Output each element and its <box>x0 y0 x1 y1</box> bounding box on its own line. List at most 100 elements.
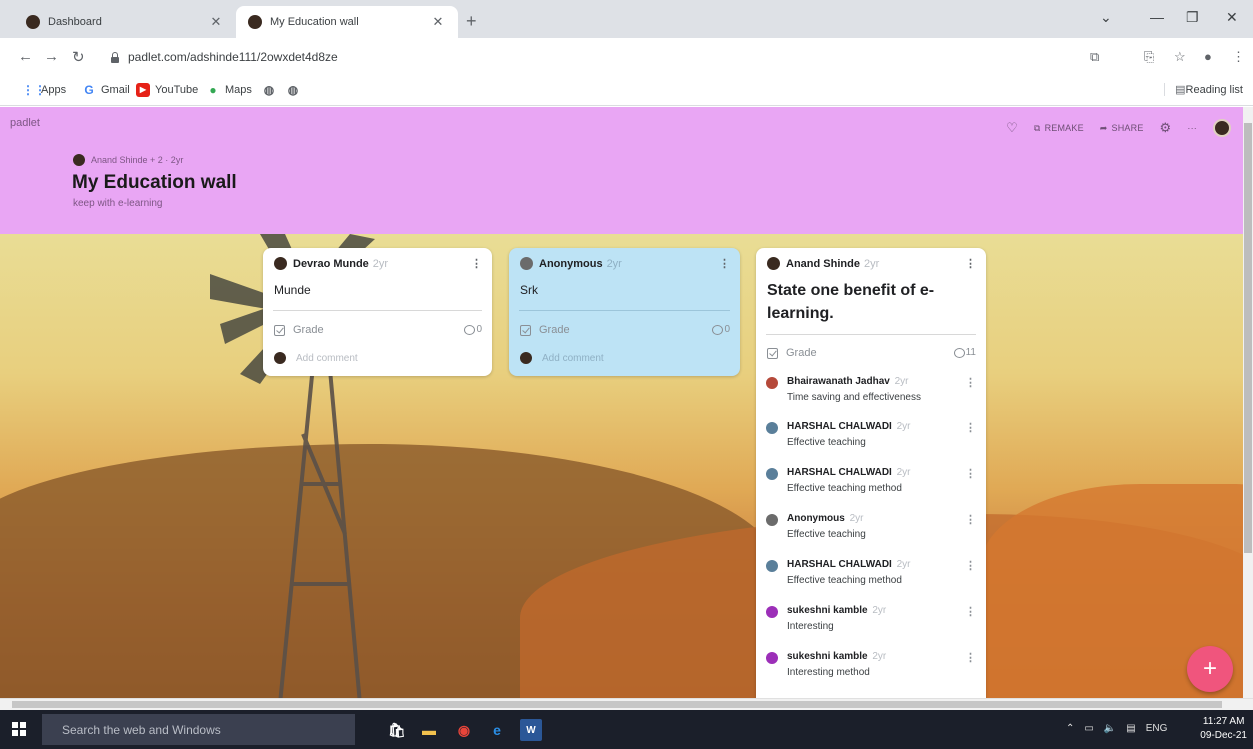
settings-button[interactable]: ⚙ <box>1160 120 1172 136</box>
minimize-icon[interactable]: — <box>1150 9 1164 25</box>
bookmark-apps[interactable]: ⋮⋮ Apps <box>22 83 66 97</box>
grade-button[interactable]: Grade <box>767 347 817 359</box>
restore-icon[interactable]: ❐ <box>1186 9 1199 26</box>
bookmark-globe-2[interactable]: ◍ <box>286 83 305 97</box>
url-field[interactable]: padlet.com/adshinde111/2owxdet4d8ze <box>110 45 1070 69</box>
kebab-menu-icon[interactable]: ⋮ <box>965 559 976 572</box>
add-comment-field[interactable]: Add comment <box>274 352 358 364</box>
taskbar-clock[interactable]: 11:27 AM 09-Dec-21 <box>1200 715 1247 743</box>
padlet-logo[interactable]: padlet <box>10 117 40 129</box>
word-icon[interactable]: W <box>520 719 542 741</box>
chevron-up-icon[interactable]: ⌃ <box>1066 723 1074 734</box>
page-subtitle: keep with e-learning <box>73 198 163 209</box>
kebab-menu-icon[interactable]: ⋮ <box>965 513 976 526</box>
kebab-menu-icon[interactable]: ⋮ <box>965 421 976 434</box>
divider <box>519 310 730 311</box>
commenter-name: HARSHAL CHALWADI <box>787 559 892 570</box>
commenter-avatar <box>766 514 778 526</box>
bookmark-youtube[interactable]: ▶ YouTube <box>136 83 198 97</box>
add-comment-field[interactable]: Add comment <box>520 352 604 364</box>
post-body: Srk <box>520 283 538 297</box>
clock-time: 11:27 AM <box>1202 716 1245 727</box>
post-card[interactable]: Devrao Munde 2yr ⋮ Munde Grade 0 Add com… <box>263 248 492 376</box>
taskbar-search-input[interactable]: Search the web and Windows <box>42 714 355 745</box>
user-avatar[interactable] <box>1213 119 1231 137</box>
bookmark-gmail[interactable]: G Gmail <box>82 83 129 97</box>
install-icon[interactable]: ⧉ <box>1090 49 1099 65</box>
post-card[interactable]: Anand Shinde 2yr ⋮ State one benefit of … <box>756 248 986 708</box>
reading-list-button[interactable]: ▤ Reading list <box>1164 83 1243 96</box>
commenter-name: Anonymous <box>787 513 845 524</box>
commenter-avatar <box>766 422 778 434</box>
kebab-menu-icon[interactable]: ⋮ <box>965 651 976 664</box>
comment-age: 2yr <box>849 513 864 524</box>
page-title: My Education wall <box>72 172 237 193</box>
share-arrow-icon: ➦ <box>1099 122 1108 133</box>
horizontal-scrollbar[interactable] <box>0 698 1253 710</box>
kebab-menu-icon[interactable]: ⋮ <box>471 257 482 270</box>
kebab-menu-icon[interactable]: ⋮ <box>1232 49 1245 65</box>
commenter-avatar <box>766 468 778 480</box>
notifications-icon[interactable]: ▤ <box>1126 723 1135 734</box>
close-icon[interactable]: ✕ <box>208 14 224 30</box>
star-icon[interactable]: ☆ <box>1174 49 1186 65</box>
divider <box>766 334 976 335</box>
scrollbar-thumb[interactable] <box>1244 123 1252 553</box>
post-card[interactable]: Anonymous 2yr ⋮ Srk Grade 0 Add comment <box>509 248 740 376</box>
comment-age: 2yr <box>894 376 909 387</box>
avatar <box>767 257 780 270</box>
tab-dashboard[interactable]: Dashboard ✕ <box>14 6 236 38</box>
post-age: 2yr <box>372 257 389 270</box>
padlet-header: padlet ♡ ⧉ REMAKE ➦ SHARE ⚙ ··· Anand Shin… <box>0 107 1243 234</box>
grade-button[interactable]: Grade <box>274 324 324 336</box>
language-indicator[interactable]: ENG <box>1146 723 1168 734</box>
network-icon[interactable]: ▭ <box>1084 723 1093 734</box>
commenter-avatar <box>766 606 778 618</box>
anonymous-avatar <box>520 257 533 270</box>
grade-button[interactable]: Grade <box>520 324 570 336</box>
reload-icon[interactable]: ↻ <box>72 48 85 66</box>
post-body: Munde <box>274 283 311 297</box>
tab-search-chevron-icon[interactable]: ⌄ <box>1100 9 1112 26</box>
store-icon[interactable]: 🛍 <box>386 719 408 741</box>
kebab-menu-icon[interactable]: ⋮ <box>965 467 976 480</box>
comment-count: 0 <box>464 324 482 335</box>
grade-checkbox-icon <box>767 347 778 359</box>
remake-button[interactable]: ⧉ REMAKE <box>1034 123 1084 134</box>
window-close-icon[interactable]: ✕ <box>1226 9 1238 26</box>
more-button[interactable]: ··· <box>1187 123 1197 133</box>
vertical-scrollbar[interactable] <box>1243 107 1253 698</box>
comment-text: Effective teaching method <box>787 575 902 586</box>
address-bar-row: ← → ↻ padlet.com/adshinde111/2owxdet4d8z… <box>0 38 1253 76</box>
bookmark-globe-1[interactable]: ◍ <box>262 83 281 97</box>
kebab-menu-icon[interactable]: ⋮ <box>965 376 976 389</box>
like-button[interactable]: ♡ <box>1006 120 1018 136</box>
scrollbar-thumb[interactable] <box>12 701 1222 708</box>
back-arrow-icon[interactable]: ← <box>18 48 33 65</box>
tab-label: Dashboard <box>48 16 102 28</box>
close-icon[interactable]: ✕ <box>430 14 446 30</box>
kebab-menu-icon[interactable]: ⋮ <box>965 605 976 618</box>
edge-icon[interactable]: e <box>486 719 508 741</box>
add-post-button[interactable]: + <box>1187 646 1233 692</box>
tab-my-education-wall[interactable]: My Education wall ✕ <box>236 6 458 38</box>
post-header: Devrao Munde 2yr ⋮ <box>274 257 482 270</box>
comment-text: Interesting <box>787 621 834 632</box>
comment-age: 2yr <box>896 559 911 570</box>
bookmark-maps[interactable]: ● Maps <box>206 83 252 97</box>
share-button[interactable]: ➦ SHARE <box>1100 123 1144 134</box>
author-avatar <box>73 154 85 166</box>
gear-icon: ⚙ <box>1159 120 1172 135</box>
file-explorer-icon[interactable]: ▬ <box>418 719 440 741</box>
windows-start-icon[interactable] <box>12 722 26 736</box>
kebab-menu-icon[interactable]: ⋮ <box>965 257 976 270</box>
volume-icon[interactable]: 🔈 <box>1104 723 1116 734</box>
share-icon[interactable]: ⎘ <box>1144 49 1154 65</box>
heart-icon: ♡ <box>1006 120 1018 135</box>
chrome-icon[interactable]: ◉ <box>453 719 475 741</box>
profile-icon[interactable]: ● <box>1204 49 1212 64</box>
youtube-icon: ▶ <box>136 83 150 97</box>
kebab-menu-icon[interactable]: ⋮ <box>719 257 730 270</box>
new-tab-plus-icon[interactable]: + <box>466 12 477 30</box>
forward-arrow-icon[interactable]: → <box>44 48 59 65</box>
